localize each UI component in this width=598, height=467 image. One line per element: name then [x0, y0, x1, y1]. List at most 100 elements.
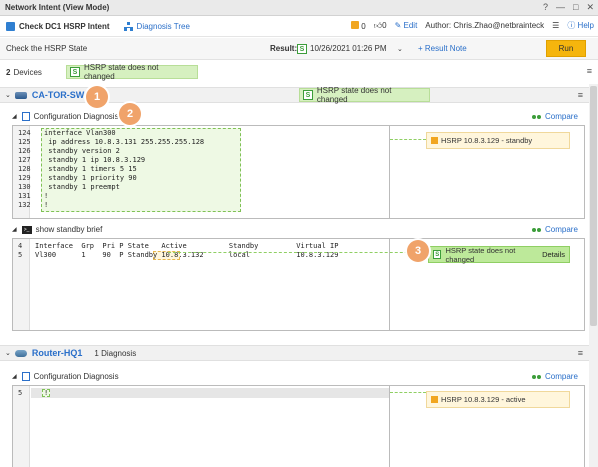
intent-toolbar: Check DC1 HSRP Intent Diagnosis Tree 0 👍… [0, 17, 598, 37]
intent-description: Check the HSRP State [6, 44, 88, 53]
result-note-link[interactable]: + Result Note [418, 44, 467, 53]
expand-triangle-icon[interactable]: ◢ [12, 113, 17, 120]
code-line: standby version 2 [44, 147, 120, 155]
code-line: Interface Grp Pri P State Active Standby… [35, 242, 339, 250]
section-title: Configuration Diagnosis [33, 112, 119, 121]
diagnosis-count: 1 Diagnosis [94, 348, 137, 358]
config-file-icon [21, 372, 30, 381]
maximize-icon[interactable]: □ [573, 2, 578, 13]
line-number: 5 [18, 389, 23, 397]
overall-status-badge: S HSRP state does not changed [66, 63, 198, 81]
run-button[interactable]: Run [546, 40, 586, 57]
close-icon[interactable]: ✕ [586, 2, 594, 13]
compare-link[interactable]: Compare [532, 112, 578, 121]
result-label: Result: [270, 44, 298, 53]
compare-icon [532, 373, 542, 381]
devices-menu-icon[interactable]: ≡ [587, 66, 592, 76]
standby-status-note: S HSRP state does not changed Details [428, 246, 570, 264]
section-title: Configuration Diagnosis [33, 372, 119, 381]
pencil-icon: ✎ [394, 21, 404, 30]
router-icon [14, 349, 27, 357]
minimize-icon[interactable]: — [556, 2, 565, 13]
title-bar: Network Intent (View Mode) ? — □ ✕ [0, 0, 598, 16]
note-icon [351, 20, 360, 29]
menu-icon[interactable]: ☰ [552, 21, 559, 30]
connector-line [390, 392, 426, 393]
code-line: ! [44, 201, 49, 209]
edit-button[interactable]: ✎ Edit [395, 21, 418, 30]
details-link[interactable]: Details [542, 250, 565, 259]
device-header-router-hq1[interactable]: ⌄ Router-HQ1 1 Diagnosis ≡ [0, 345, 589, 361]
line-number: 131 [18, 192, 31, 200]
toolbar-right: 0 👍︎0 ✎ Edit Author: Chris.Zhao@netbrain… [351, 20, 594, 31]
result-status-icon: S [297, 43, 307, 54]
result-timestamp[interactable]: 10/26/2021 01:26 PM [310, 44, 387, 53]
intent-icon [6, 22, 15, 31]
compare-icon [532, 113, 542, 121]
code-lines: 5! [13, 389, 389, 398]
scrollbar-track[interactable] [589, 84, 598, 467]
author-label: Author: Chris.Zhao@netbrainteck [425, 21, 545, 30]
device-name[interactable]: Router-HQ1 [32, 348, 83, 358]
note-square-icon [431, 396, 438, 403]
config-file-icon [21, 112, 30, 121]
code-line: standby 1 priority 90 [44, 174, 137, 182]
device-menu-icon[interactable]: ≡ [578, 90, 583, 100]
code-line: ! [44, 192, 49, 200]
device-status-badge: S HSRP state does not changed [299, 86, 430, 104]
line-number: 5 [18, 251, 23, 259]
connector-line [390, 139, 426, 140]
device-count-label: Devices [13, 67, 42, 77]
device-count: 2 [6, 67, 11, 77]
code-line: ip address 10.8.3.131 255.255.255.128 [44, 138, 205, 146]
connector-line [168, 252, 428, 253]
counter-b[interactable]: 👍︎0 [374, 21, 387, 31]
expand-triangle-icon[interactable]: ◢ [12, 373, 17, 380]
section-header-standby[interactable]: ◢ >_ show standby brief [12, 225, 102, 234]
config-code-view[interactable]: 5! [13, 386, 390, 467]
collapse-chevron-icon[interactable]: ⌄ [5, 91, 11, 99]
device-menu-icon[interactable]: ≡ [578, 348, 583, 358]
status-s-icon: S [70, 67, 80, 77]
section-title: show standby brief [35, 225, 103, 234]
scrollbar-thumb[interactable] [590, 86, 597, 326]
thumbs-up-icon: 👍︎ [373, 20, 383, 30]
compare-link[interactable]: Compare [532, 372, 578, 381]
help-icon: ⓘ [567, 21, 578, 30]
code-line: interface Vlan300 [44, 129, 116, 137]
code-lines: 124 interface Vlan300 125 ip address 10.8… [13, 129, 389, 210]
chevron-down-icon[interactable]: ⌄ [397, 45, 403, 53]
diagnosis-tree-link[interactable]: Diagnosis Tree [137, 22, 190, 31]
line-number: 127 [18, 156, 31, 164]
config-code-view[interactable]: 124 interface Vlan300 125 ip address 10.8… [13, 126, 390, 218]
switch-icon [14, 91, 27, 99]
code-line: standby 1 ip 10.8.3.129 [44, 156, 146, 164]
section-header-config[interactable]: ◢ Configuration Diagnosis [12, 112, 119, 121]
line-number: 129 [18, 174, 31, 182]
expand-triangle-icon[interactable]: ◢ [12, 226, 17, 233]
compare-link[interactable]: Compare [532, 225, 578, 234]
window-title: Network Intent (View Mode) [5, 3, 110, 12]
counter-a[interactable]: 0 [351, 20, 366, 31]
line-number: 4 [18, 242, 23, 250]
callout-3: 3 [407, 240, 429, 262]
window-controls: ? — □ ✕ [543, 2, 594, 13]
line-number: 130 [18, 183, 31, 191]
line-number: 128 [18, 165, 31, 173]
line-gutter [13, 386, 30, 467]
code-line: standby 1 timers 5 15 [44, 165, 137, 173]
line-number: 126 [18, 147, 31, 155]
network-intent-window: Network Intent (View Mode) ? — □ ✕ Check… [0, 0, 598, 467]
collapse-chevron-icon[interactable]: ⌄ [5, 349, 11, 357]
section-header-config[interactable]: ◢ Configuration Diagnosis [12, 372, 119, 381]
help-window-icon[interactable]: ? [543, 2, 548, 13]
help-button[interactable]: ⓘ Help [567, 20, 594, 31]
device-name[interactable]: CA-TOR-SW1 [32, 90, 89, 100]
diagnosis-tree-icon[interactable] [123, 22, 133, 31]
callout-1: 1 [86, 86, 108, 108]
config-note: HSRP 10.8.3.129 - standby [426, 132, 570, 149]
terminal-icon: >_ [21, 225, 32, 234]
line-number: 124 [18, 129, 31, 137]
line-number: 132 [18, 201, 31, 209]
callout-2: 2 [119, 103, 141, 125]
